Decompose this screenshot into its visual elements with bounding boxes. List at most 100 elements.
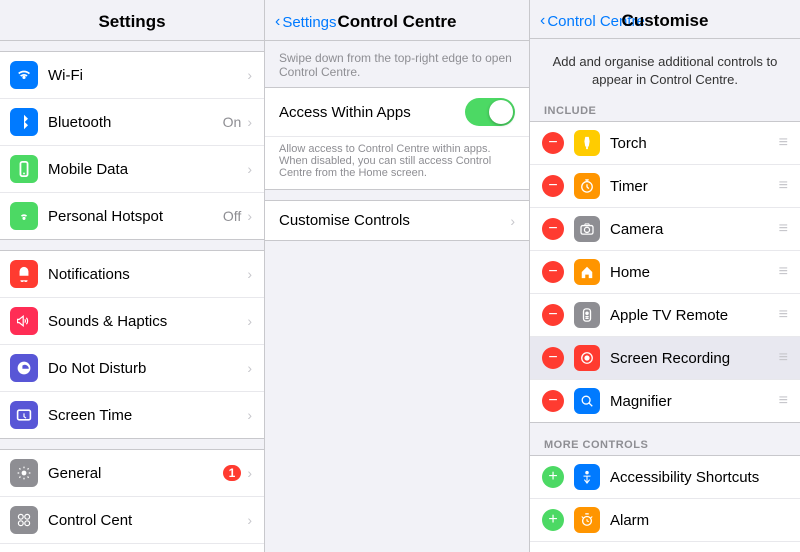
bluetooth-value: On [223,114,242,130]
torch-label: Torch [610,135,779,152]
accessibility-label: Accessibility Shortcuts [610,469,788,486]
control-centre-title: Control Centre [338,12,457,32]
wifi-icon [10,61,38,89]
back-chevron-icon: ‹ [275,13,280,31]
mobile-icon [10,155,38,183]
dnd-icon [10,354,38,382]
access-hint-text: Allow access to Control Centre within ap… [265,137,529,189]
include-item-screenrec[interactable]: − Screen Recording ≡ [530,337,800,380]
customise-controls-label: Customise Controls [279,212,510,229]
include-item-timer[interactable]: − Timer ≡ [530,165,800,208]
settings-item-notifications[interactable]: Notifications › [0,251,264,298]
settings-item-hotspot[interactable]: Personal Hotspot Off › [0,193,264,239]
dnd-label: Do Not Disturb [48,360,247,377]
settings-item-controlcent[interactable]: Control Cent › [0,497,264,544]
magnifier-drag-handle[interactable]: ≡ [779,392,788,410]
torch-drag-handle[interactable]: ≡ [779,134,788,152]
screenrec-drag-handle[interactable]: ≡ [779,349,788,367]
add-alarm-button[interactable]: + [542,509,564,531]
include-item-torch[interactable]: − Torch ≡ [530,122,800,165]
include-item-magnifier[interactable]: − Magnifier ≡ [530,380,800,422]
customise-panel: ‹ Control Centre Customise Add and organ… [530,0,800,552]
settings-group-notifications: Notifications › Sounds & Haptics › Do No… [0,250,264,439]
settings-item-dnd[interactable]: Do Not Disturb › [0,345,264,392]
more-item-drivingdnd[interactable]: + Do Not Disturb While Driving [530,542,800,552]
dnd-chevron: › [247,360,252,376]
remove-home-button[interactable]: − [542,261,564,283]
customise-header: ‹ Control Centre Customise [530,0,800,39]
settings-item-mobile[interactable]: Mobile Data › [0,146,264,193]
remove-screenrec-button[interactable]: − [542,347,564,369]
wifi-label: Wi-Fi [48,67,247,84]
appletv-label: Apple TV Remote [610,307,779,324]
timer-icon [574,173,600,199]
camera-icon [574,216,600,242]
camera-drag-handle[interactable]: ≡ [779,220,788,238]
remove-appletv-button[interactable]: − [542,304,564,326]
sounds-icon [10,307,38,335]
include-item-home[interactable]: − Home ≡ [530,251,800,294]
settings-group-general: General 1 › Control Cent › Display & Bri… [0,449,264,552]
hotspot-label: Personal Hotspot [48,208,223,225]
screenrec-icon [574,345,600,371]
settings-item-screentime[interactable]: Screen Time › [0,392,264,438]
settings-item-sounds[interactable]: Sounds & Haptics › [0,298,264,345]
include-item-appletv[interactable]: − Apple TV Remote ≡ [530,294,800,337]
alarm-label: Alarm [610,512,788,529]
settings-list: Wi-Fi › Bluetooth On › Mobile Data › [0,41,264,552]
remove-camera-button[interactable]: − [542,218,564,240]
control-centre-back-button[interactable]: ‹ Settings [275,13,337,31]
notifications-chevron: › [247,266,252,282]
customise-description: Add and organise additional controls to … [530,39,800,99]
bluetooth-icon [10,108,38,136]
customise-controls-chevron: › [510,213,515,229]
general-badge: 1 [223,465,242,481]
appletv-drag-handle[interactable]: ≡ [779,306,788,324]
hotspot-value: Off [223,208,241,224]
more-controls-section: + Accessibility Shortcuts + Alarm + [530,455,800,552]
notifications-icon [10,260,38,288]
sounds-chevron: › [247,313,252,329]
access-within-apps-row[interactable]: Access Within Apps [265,88,529,137]
customise-back-chevron-icon: ‹ [540,12,545,30]
more-section-header: MORE CONTROLS [530,433,800,455]
torch-icon [574,130,600,156]
more-item-alarm[interactable]: + Alarm [530,499,800,542]
settings-panel-title: Settings [0,0,264,41]
home-drag-handle[interactable]: ≡ [779,263,788,281]
remove-timer-button[interactable]: − [542,175,564,197]
camera-label: Camera [610,221,779,238]
bluetooth-chevron: › [247,114,252,130]
mobile-chevron: › [247,161,252,177]
access-within-apps-toggle[interactable] [465,98,515,126]
mobile-label: Mobile Data [48,161,247,178]
magnifier-label: Magnifier [610,393,779,410]
control-centre-hint: Swipe down from the top-right edge to op… [265,41,529,87]
controlcent-chevron: › [247,512,252,528]
screentime-label: Screen Time [48,407,247,424]
customise-controls-row[interactable]: Customise Controls › [265,200,529,241]
settings-item-display[interactable]: Display & Brightness › [0,544,264,552]
controlcenter-icon [10,506,38,534]
settings-item-wifi[interactable]: Wi-Fi › [0,52,264,99]
access-within-apps-label: Access Within Apps [279,104,465,121]
home-label: Home [610,264,779,281]
settings-group-network: Wi-Fi › Bluetooth On › Mobile Data › [0,51,264,240]
home-icon [574,259,600,285]
customise-list: INCLUDE − Torch ≡ − Timer ≡ [530,99,800,552]
settings-panel: Settings Wi-Fi › Bluetooth On › [0,0,265,552]
alarm-icon [574,507,600,533]
more-item-accessibility[interactable]: + Accessibility Shortcuts [530,456,800,499]
timer-label: Timer [610,178,779,195]
settings-item-bluetooth[interactable]: Bluetooth On › [0,99,264,146]
remove-magnifier-button[interactable]: − [542,390,564,412]
timer-drag-handle[interactable]: ≡ [779,177,788,195]
add-accessibility-button[interactable]: + [542,466,564,488]
include-section-header: INCLUDE [530,99,800,121]
screenrec-label: Screen Recording [610,350,779,367]
remove-torch-button[interactable]: − [542,132,564,154]
include-section: − Torch ≡ − Timer ≡ − [530,121,800,423]
general-label: General [48,465,223,482]
include-item-camera[interactable]: − Camera ≡ [530,208,800,251]
settings-item-general[interactable]: General 1 › [0,450,264,497]
